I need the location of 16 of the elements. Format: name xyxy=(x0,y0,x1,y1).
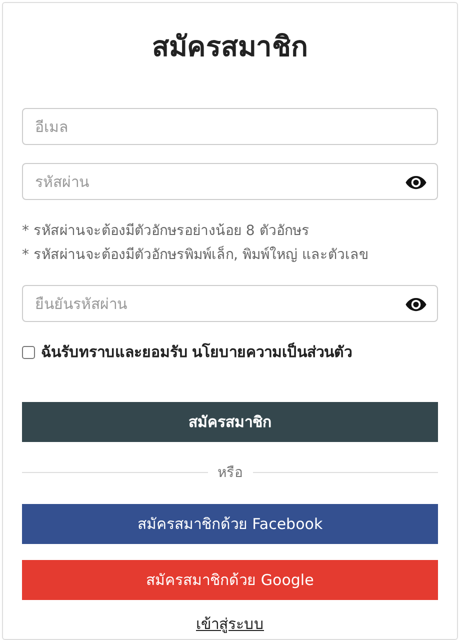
divider-label: หรือ xyxy=(218,464,242,483)
social-signup-button[interactable]: สมัครสมาชิกด้วย Google xyxy=(22,560,438,600)
login-link[interactable]: เข้าสู่ระบบ xyxy=(196,612,264,636)
input-field[interactable]: ยืนยันรหัสผ่าน xyxy=(22,285,438,322)
consent-label: ฉันรับทราบและยอมรับ xyxy=(41,342,188,363)
input-field[interactable]: อีเมล xyxy=(22,108,438,145)
page-title: สมัครสมาชิก xyxy=(152,29,308,65)
password-hint: * รหัสผ่านจะต้องมีตัวอักษรพิมพ์เล็ก, พิมพ์ใหญ่ และตัวเลข xyxy=(22,244,370,265)
privacy-policy-link[interactable]: นโยบายความเป็นส่วนตัว xyxy=(192,340,352,364)
eye-icon[interactable] xyxy=(404,175,428,190)
password-hint: * รหัสผ่านจะต้องมีตัวอักษรอย่างน้อย 8 ตัวอักษร xyxy=(22,222,310,241)
register-button[interactable]: สมัครสมาชิก xyxy=(22,402,438,442)
input-field[interactable]: รหัสผ่าน xyxy=(22,163,438,200)
social-signup-button[interactable]: สมัครสมาชิกด้วย Facebook xyxy=(22,504,438,544)
consent-checkbox[interactable] xyxy=(22,346,35,358)
eye-icon[interactable] xyxy=(404,297,428,312)
